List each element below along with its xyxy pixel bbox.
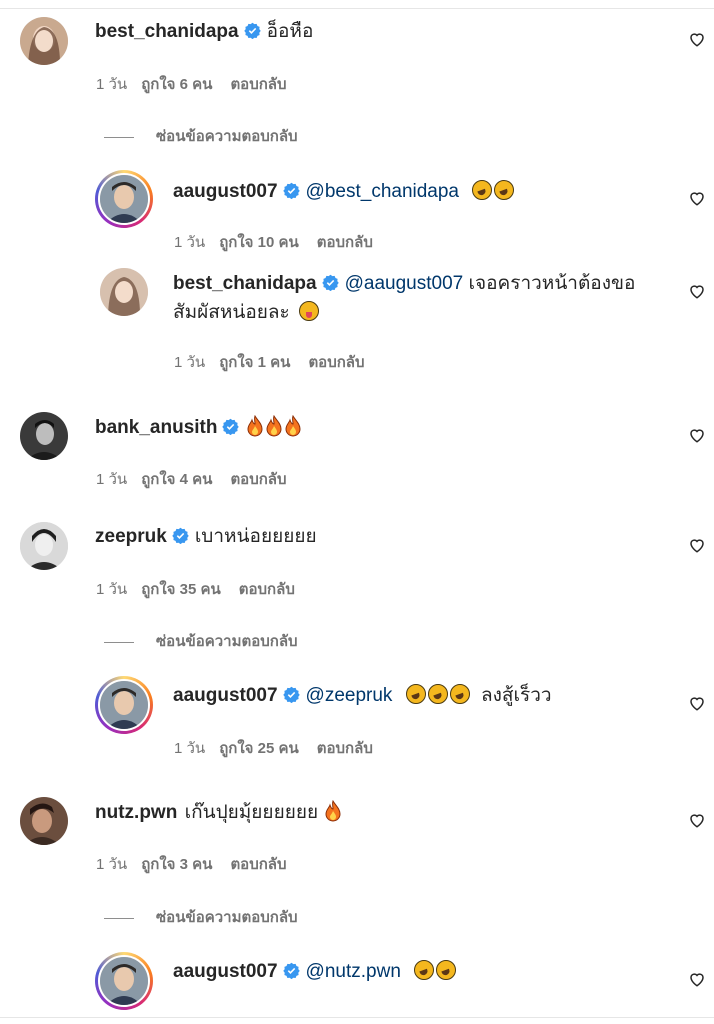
winking-tongue-emoji	[299, 301, 320, 321]
likes-count[interactable]: ถูกใจ 35 คน	[141, 581, 221, 598]
reply-button[interactable]: ตอบกลับ	[230, 76, 286, 93]
likes-count[interactable]: ถูกใจ 6 คน	[141, 76, 212, 93]
comment-time: 1 วัน	[96, 76, 128, 93]
mention-link[interactable]: @zeepruk	[306, 685, 393, 706]
comment-time: 1 วัน	[96, 581, 128, 598]
rolling-laughing-emoji	[414, 960, 435, 980]
hide-replies-toggle[interactable]: ซ่อนข้อความตอบกลับ	[104, 629, 298, 653]
heart-icon[interactable]	[688, 694, 706, 712]
verified-badge-icon	[282, 962, 300, 979]
username[interactable]: bank_anusith	[95, 417, 217, 438]
rolling-laughing-emoji	[405, 684, 426, 704]
avatar[interactable]	[20, 17, 68, 65]
comment-time: 1 วัน	[174, 354, 206, 371]
verified-badge-icon	[243, 22, 261, 39]
avatar[interactable]	[20, 412, 68, 460]
verified-badge-icon	[222, 418, 240, 435]
comment-text-line2: สัมผัสหน่อยละ	[173, 302, 290, 323]
comment-text: ลงสู้เร็วว	[481, 685, 552, 706]
heart-icon[interactable]	[688, 282, 706, 300]
hide-replies-label: ซ่อนข้อความตอบกลับ	[156, 909, 298, 926]
hide-replies-toggle[interactable]: ซ่อนข้อความตอบกลับ	[104, 124, 298, 148]
comment-text: เบาหน่อยยยยย	[194, 526, 317, 547]
comment-time: 1 วัน	[174, 740, 206, 757]
rolling-laughing-emoji	[427, 684, 448, 704]
rolling-laughing-emoji	[472, 180, 493, 200]
verified-badge-icon	[282, 686, 300, 703]
hide-replies-label: ซ่อนข้อความตอบกลับ	[156, 128, 298, 145]
likes-count[interactable]: ถูกใจ 3 คน	[141, 856, 212, 873]
comment-time: 1 วัน	[174, 234, 206, 251]
likes-count[interactable]: ถูกใจ 1 คน	[219, 354, 290, 371]
username[interactable]: aaugust007	[173, 961, 278, 982]
avatar[interactable]	[95, 952, 153, 1010]
avatar[interactable]	[95, 676, 153, 734]
username[interactable]: aaugust007	[173, 181, 278, 202]
rolling-laughing-emoji	[494, 180, 515, 200]
fire-emoji	[285, 415, 301, 437]
comment-time: 1 วัน	[96, 471, 128, 488]
heart-icon[interactable]	[688, 189, 706, 207]
mention-link[interactable]: @nutz.pwn	[306, 961, 401, 982]
comment-text: อ็อหือ	[266, 21, 314, 42]
username[interactable]: aaugust007	[173, 685, 278, 706]
rolling-laughing-emoji	[449, 684, 470, 704]
comment-text: เก๊นปุยมุ้ยยยยยย	[184, 802, 319, 823]
hide-replies-toggle[interactable]: ซ่อนข้อความตอบกลับ	[104, 905, 298, 929]
fire-emoji	[247, 415, 263, 437]
rolling-laughing-emoji	[436, 960, 457, 980]
comment-time: 1 วัน	[96, 856, 128, 873]
username[interactable]: best_chanidapa	[95, 21, 239, 42]
bottom-divider	[0, 1017, 714, 1018]
username[interactable]: nutz.pwn	[95, 802, 177, 823]
avatar[interactable]	[100, 268, 148, 316]
reply-button[interactable]: ตอบกลับ	[317, 234, 373, 251]
username[interactable]: best_chanidapa	[173, 273, 317, 294]
reply-button[interactable]: ตอบกลับ	[317, 740, 373, 757]
verified-badge-icon	[172, 527, 189, 544]
fire-emoji	[266, 415, 282, 437]
top-divider	[0, 8, 714, 9]
heart-icon[interactable]	[688, 536, 706, 554]
heart-icon[interactable]	[688, 30, 706, 48]
heart-icon[interactable]	[688, 426, 706, 444]
heart-icon[interactable]	[688, 811, 706, 829]
avatar[interactable]	[95, 170, 153, 228]
username[interactable]: zeepruk	[95, 526, 167, 547]
fire-emoji	[325, 800, 341, 822]
avatar[interactable]	[20, 797, 68, 845]
mention-link[interactable]: @aaugust007	[345, 273, 464, 294]
reply-button[interactable]: ตอบกลับ	[239, 581, 295, 598]
hide-replies-label: ซ่อนข้อความตอบกลับ	[156, 633, 298, 650]
verified-badge-icon	[321, 274, 339, 291]
avatar[interactable]	[20, 522, 68, 570]
reply-button[interactable]: ตอบกลับ	[230, 471, 286, 488]
likes-count[interactable]: ถูกใจ 10 คน	[219, 234, 299, 251]
mention-link[interactable]: @best_chanidapa	[306, 181, 459, 202]
verified-badge-icon	[282, 182, 300, 199]
reply-button[interactable]: ตอบกลับ	[308, 354, 364, 371]
likes-count[interactable]: ถูกใจ 4 คน	[141, 471, 212, 488]
heart-icon[interactable]	[688, 970, 706, 988]
hide-replies-dash	[104, 641, 134, 643]
hide-replies-dash	[104, 136, 134, 138]
reply-button[interactable]: ตอบกลับ	[230, 856, 286, 873]
comment-text: เจอคราวหน้าต้องขอ	[468, 273, 636, 294]
likes-count[interactable]: ถูกใจ 25 คน	[219, 740, 299, 757]
hide-replies-dash	[104, 917, 134, 919]
